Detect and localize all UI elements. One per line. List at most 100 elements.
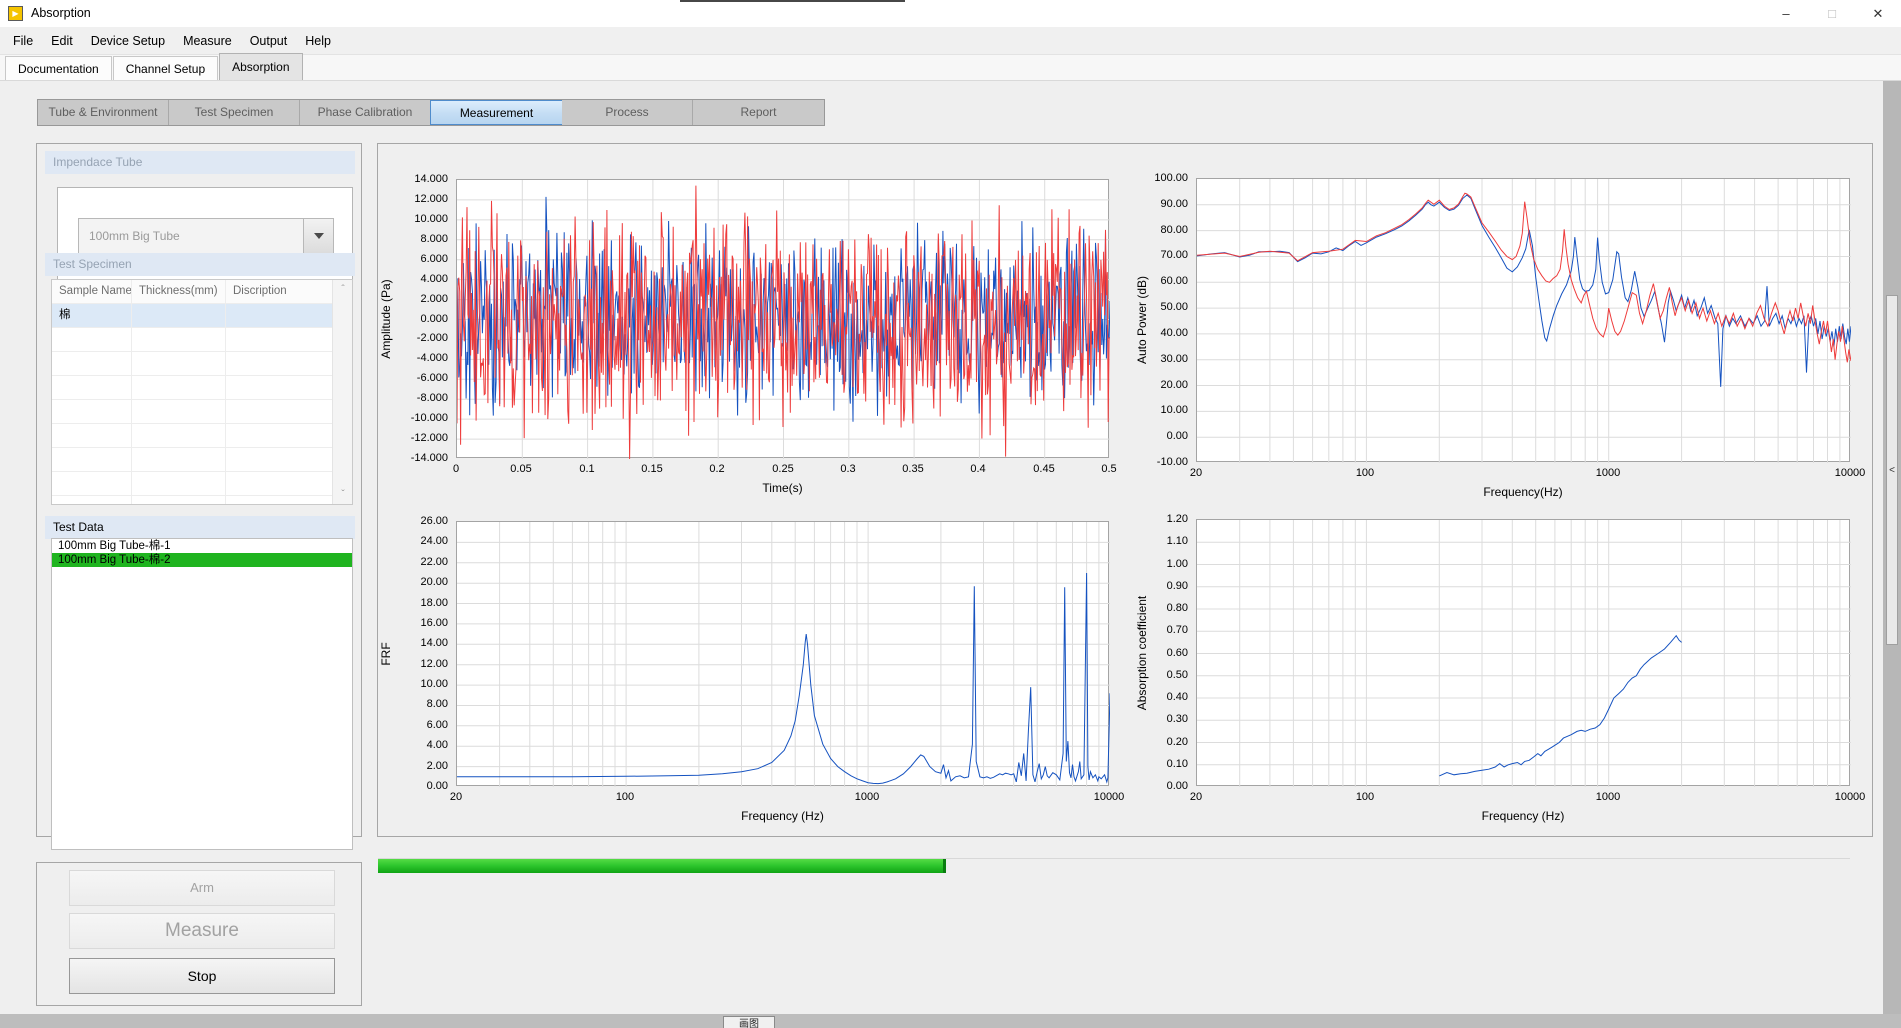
cell-empty [52,496,132,505]
cell-empty [226,448,334,471]
sub-tab-tube-environment[interactable]: Tube & Environment [38,100,169,125]
table-row-empty [52,424,334,448]
x-tick-label: 100 [593,791,657,803]
x-tick-label: 1000 [1576,467,1640,479]
cell-discription [226,304,334,327]
minimize-button[interactable]: – [1763,0,1809,27]
table-row-empty [52,352,334,376]
x-tick-label: 0.05 [489,463,553,475]
y-tick-label: 8.00 [375,698,448,710]
table-scrollbar[interactable]: ˆ ˇ [332,280,352,504]
cell-empty [52,376,132,399]
plot-area [456,521,1109,786]
y-tick-label: 10.00 [1131,404,1188,416]
x-tick-label: 20 [424,791,488,803]
y-tick-label: 0.30 [1131,713,1188,725]
cell-empty [226,400,334,423]
x-axis-label: Time(s) [456,481,1109,495]
menu-item-device-setup[interactable]: Device Setup [82,27,174,55]
y-tick-label: 100.00 [1131,172,1188,184]
frf-graph: 0.002.004.006.008.0010.0012.0014.0016.00… [375,510,1115,832]
menu-item-output[interactable]: Output [241,27,297,55]
cell-empty [132,400,226,423]
close-button[interactable]: ✕ [1855,0,1901,27]
cell-empty [132,328,226,351]
sub-tab-phase-calibration[interactable]: Phase Calibration [300,100,431,125]
y-tick-label: -6.000 [375,372,448,384]
y-tick-label: 10.000 [375,213,448,225]
stop-button[interactable]: Stop [69,958,335,994]
y-axis-label: FRF [379,642,393,665]
menu-item-measure[interactable]: Measure [174,27,241,55]
y-tick-label: 2.00 [375,760,448,772]
maximize-button[interactable]: □ [1809,0,1855,27]
grid-lines [1197,520,1851,787]
table-row[interactable]: 棉 [52,304,334,328]
sub-tab-measurement[interactable]: Measurement [430,100,563,125]
x-tick-label: 0.4 [946,463,1010,475]
sub-tab-test-specimen[interactable]: Test Specimen [169,100,300,125]
column-header-sample-name: Sample Name [52,280,132,303]
impedance-tube-selected-value: 100mm Big Tube [79,219,303,253]
cell-empty [52,448,132,471]
y-tick-label: 8.000 [375,233,448,245]
series-mic-2 [1197,193,1851,362]
impedance-tube-header: Impendace Tube [45,151,355,174]
cell-empty [132,448,226,471]
list-item-1[interactable]: 100mm Big Tube-棉-1 [52,539,352,553]
cell-empty [132,376,226,399]
y-axis-label: Amplitude (Pa) [379,279,393,358]
scroll-up-icon[interactable]: ˆ [333,284,353,295]
column-header-discription: Discription [226,280,334,303]
table-row-empty [52,328,334,352]
tab-absorption[interactable]: Absorption [219,53,302,80]
test-data-list: 100mm Big Tube-棉-1100mm Big Tube-棉-2 [51,538,353,850]
measure-button: Measure [69,913,335,949]
cell-empty [226,376,334,399]
x-tick-label: 10000 [1818,791,1882,803]
menu-item-file[interactable]: File [4,27,42,55]
table-row-empty [52,472,334,496]
command-button-group: Arm Measure Stop [36,862,362,1006]
cell-empty [132,352,226,375]
tab-documentation[interactable]: Documentation [5,56,112,80]
y-tick-label: 14.000 [375,173,448,185]
title-bar: ▶ Absorption – □ ✕ [0,0,1901,27]
grid-lines [1197,179,1851,463]
sub-tab-process[interactable]: Process [562,100,693,125]
progress-fill [378,859,946,873]
x-tick-label: 20 [1164,791,1228,803]
x-tick-label: 1000 [835,791,899,803]
impedance-tube-dropdown[interactable]: 100mm Big Tube [78,218,334,254]
time-waveform-graph: 104.35dB 106.47dB Dev1/ai0 Dev1/ai1 -14.… [375,168,1115,503]
y-tick-label: 1.20 [1131,513,1188,525]
tab-channel-setup[interactable]: Channel Setup [113,56,218,80]
series-frf [457,573,1110,784]
menu-item-help[interactable]: Help [296,27,340,55]
test-data-header: Test Data [45,516,355,539]
x-tick-label: 10000 [1818,467,1882,479]
bottom-band: 画图 [0,1014,1901,1028]
measurement-progress-bar [378,858,1850,872]
x-tick-label: 0.15 [620,463,684,475]
background-window-tab[interactable]: 画图 [723,1016,775,1028]
cell-empty [226,328,334,351]
scroll-down-icon[interactable]: ˇ [333,489,353,500]
sub-tab-report[interactable]: Report [693,100,824,125]
app-icon: ▶ [8,6,23,21]
cell-empty [52,472,132,495]
column-header-thickness-mm: Thickness(mm) [132,280,226,303]
x-axis-label: Frequency(Hz) [1196,485,1850,499]
x-tick-label: 100 [1333,467,1397,479]
list-item-2[interactable]: 100mm Big Tube-棉-2 [52,553,352,567]
dropdown-button[interactable] [303,219,333,253]
series-absorption-coefficient [1439,636,1681,776]
menu-item-edit[interactable]: Edit [42,27,82,55]
y-tick-label: 18.00 [375,597,448,609]
panel-collapse-handle[interactable]: < [1886,295,1898,645]
cell-empty [226,352,334,375]
y-tick-label: 6.00 [375,719,448,731]
x-tick-label: 0.3 [816,463,880,475]
x-tick-label: 0.25 [751,463,815,475]
x-tick-label: 0.45 [1012,463,1076,475]
